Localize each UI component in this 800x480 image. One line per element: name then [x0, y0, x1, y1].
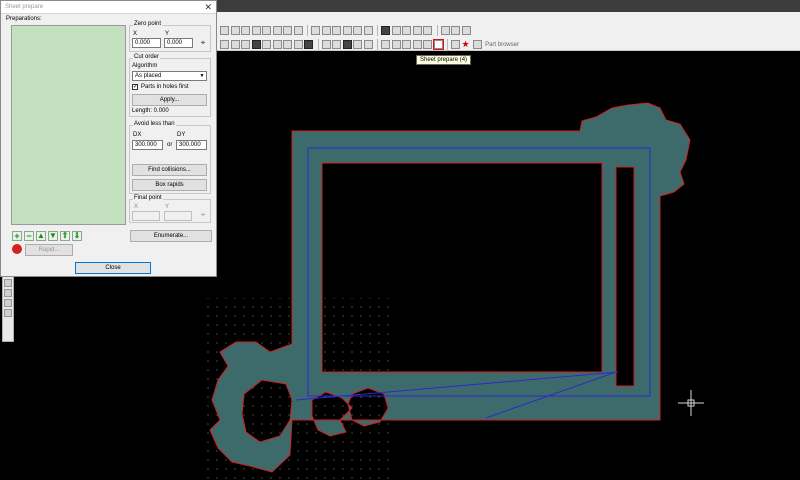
final-x-label: X	[134, 204, 139, 210]
sheet-prepare-dialog: Sheet prepare ✕ Preparations: + − ▲ ▼ ⇑ …	[0, 0, 217, 277]
move-top-icon[interactable]: ⇑	[60, 231, 70, 241]
zero-y-field[interactable]: 0.000	[164, 38, 193, 48]
algorithm-label: Algorithm	[132, 63, 158, 69]
zero-x-field[interactable]: 0.000	[132, 38, 161, 48]
add-icon[interactable]: +	[12, 231, 22, 241]
find-collisions-button[interactable]: Find collisions...	[132, 164, 207, 176]
move-up-icon[interactable]: ▲	[36, 231, 46, 241]
zero-point-label: Zero point	[133, 21, 163, 27]
length-readout: Length: 0.000	[132, 108, 169, 114]
or-label: or	[167, 142, 173, 148]
crosshair-cursor	[678, 390, 704, 416]
parts-in-holes-label: Parts in holes first	[141, 84, 189, 90]
close-icon[interactable]: ✕	[204, 2, 212, 12]
move-down-icon[interactable]: ▼	[48, 231, 58, 241]
pick-point-icon[interactable]: ⌖	[198, 38, 208, 48]
cut-order-label: Cut order	[133, 54, 161, 60]
stop-icon[interactable]	[12, 244, 22, 254]
chevron-down-icon: ▼	[199, 73, 205, 79]
zero-y-label: Y	[165, 31, 170, 37]
algorithm-select[interactable]: As placed ▼	[132, 71, 207, 81]
final-y-label: Y	[165, 204, 170, 210]
final-point-label: Final point	[133, 195, 163, 201]
preparations-list[interactable]	[11, 25, 126, 225]
algorithm-value: As placed	[135, 73, 162, 79]
close-button[interactable]: Close	[75, 262, 151, 274]
zero-x-label: X	[133, 31, 138, 37]
dx-field[interactable]: 300.000	[132, 140, 163, 150]
final-x-field[interactable]	[132, 211, 160, 221]
parts-in-holes-checkbox[interactable]: ✓	[132, 84, 138, 90]
move-bottom-icon[interactable]: ⇓	[72, 231, 82, 241]
dy-field[interactable]: 300.000	[176, 140, 207, 150]
dy-label: DY	[177, 132, 186, 138]
dialog-title: Sheet prepare	[5, 4, 44, 10]
dialog-title-bar[interactable]: Sheet prepare ✕	[1, 1, 216, 14]
preparations-label: Preparations:	[6, 16, 42, 22]
box-rapids-button[interactable]: Box rapids	[132, 179, 207, 191]
enumerate-button[interactable]: Enumerate...	[130, 230, 212, 242]
final-y-field[interactable]	[164, 211, 192, 221]
apply-button[interactable]: Apply...	[132, 94, 207, 106]
pick-final-point-icon[interactable]: ⌖	[198, 210, 208, 220]
rapid-button[interactable]: Rapid...	[25, 244, 73, 256]
avoid-label: Avoid less than	[133, 121, 176, 127]
remove-icon[interactable]: −	[24, 231, 34, 241]
dx-label: DX	[133, 132, 142, 138]
